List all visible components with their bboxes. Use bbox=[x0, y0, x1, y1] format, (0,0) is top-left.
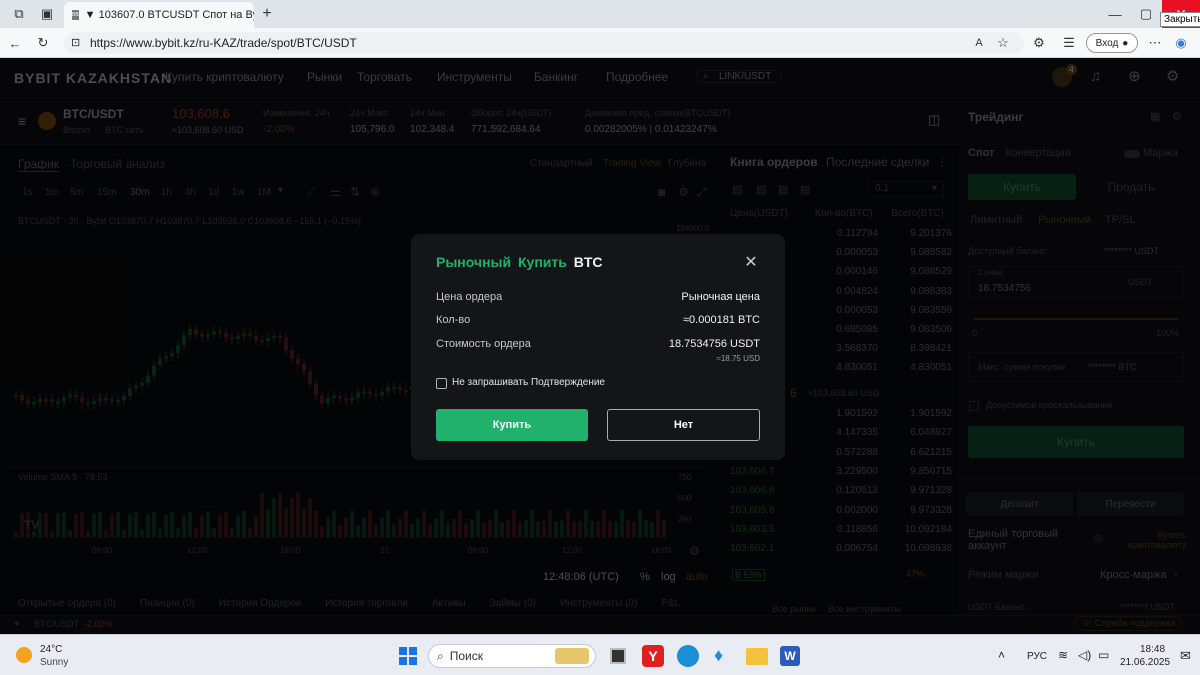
taskbar-search[interactable]: ⌕ Поиск bbox=[428, 644, 596, 668]
start-tile bbox=[409, 647, 417, 655]
file-explorer-icon[interactable] bbox=[746, 648, 768, 665]
tab-actions-icon[interactable]: ▣ bbox=[36, 3, 58, 25]
windows-start-icon[interactable] bbox=[399, 647, 417, 665]
order-cost-value: 18.7534756 USDT bbox=[668, 338, 760, 350]
search-icon: ⌕ bbox=[437, 648, 444, 663]
dialog-asset: BTC bbox=[573, 254, 603, 270]
order-price-value: Рыночная цена bbox=[681, 291, 760, 303]
back-icon[interactable]: ← bbox=[4, 32, 26, 54]
favicon-icon: BB bbox=[72, 10, 79, 20]
language-indicator[interactable]: РУС bbox=[1027, 651, 1047, 662]
tips-icon[interactable]: ♦ bbox=[714, 645, 728, 667]
taskbar-search-placeholder: Поиск bbox=[449, 649, 483, 663]
start-tile bbox=[409, 657, 417, 665]
skip-confirmation-label[interactable]: Не запрашивать Подтверждение bbox=[452, 377, 605, 388]
battery-icon[interactable]: ▭ bbox=[1098, 648, 1109, 662]
weather-temp[interactable]: 24°C bbox=[40, 644, 62, 655]
confirm-buy-button[interactable]: Купить bbox=[436, 409, 588, 441]
profile-icon: ● bbox=[1122, 37, 1129, 49]
order-cost-usd: ≈18.75 USD bbox=[716, 354, 760, 363]
order-qty-value: ≈0.000181 BTC bbox=[683, 314, 760, 326]
start-tile bbox=[399, 647, 407, 655]
sun-icon[interactable] bbox=[16, 647, 32, 663]
edge-browser-icon[interactable] bbox=[677, 645, 699, 667]
word-icon[interactable]: W bbox=[780, 646, 800, 666]
browser-tab-active[interactable]: BB ▼ 103607.0 BTCUSDT Спот на Byb ✕ bbox=[64, 2, 254, 28]
order-cost-label: Стоимость ордера bbox=[436, 338, 531, 350]
yandex-browser-icon[interactable]: Y bbox=[642, 645, 664, 667]
extensions-icon[interactable]: ⚙ bbox=[1028, 32, 1050, 54]
clock-time[interactable]: 18:48 bbox=[1140, 644, 1165, 655]
login-label: Вход bbox=[1095, 37, 1119, 49]
dialog-order-type: Рыночный bbox=[436, 254, 512, 270]
search-highlight-icon bbox=[555, 648, 589, 664]
minimize-icon[interactable]: — bbox=[1104, 3, 1126, 25]
weather-desc: Sunny bbox=[40, 657, 69, 668]
clock-date[interactable]: 21.06.2025 bbox=[1120, 657, 1170, 668]
copilot-icon[interactable]: ◉ bbox=[1170, 32, 1192, 54]
maximize-icon[interactable]: ▢ bbox=[1135, 3, 1157, 25]
refresh-icon[interactable]: ↻ bbox=[32, 32, 54, 54]
dialog-title: Рыночный Купить BTC bbox=[436, 254, 603, 270]
favorite-star-icon[interactable]: ☆ bbox=[992, 32, 1014, 54]
volume-icon[interactable]: ◁) bbox=[1078, 648, 1091, 662]
task-view-icon[interactable] bbox=[610, 648, 626, 664]
site-info-icon[interactable]: ⊡ bbox=[71, 36, 80, 49]
close-tooltip: Закрыть bbox=[1160, 12, 1200, 27]
skip-confirmation-checkbox[interactable] bbox=[436, 378, 447, 389]
browser-login-button[interactable]: Вход ● bbox=[1086, 33, 1138, 53]
tab-title: ▼ 103607.0 BTCUSDT Спот на Byb bbox=[84, 9, 254, 21]
wifi-icon[interactable]: ≋ bbox=[1058, 648, 1068, 662]
favorites-icon[interactable]: ☰ bbox=[1058, 32, 1080, 54]
new-tab-icon[interactable]: + bbox=[256, 3, 278, 25]
url-input[interactable]: ⊡ https://www.bybit.kz/ru-KAZ/trade/spot… bbox=[64, 32, 1024, 54]
more-options-icon[interactable]: ⋯ bbox=[1144, 32, 1166, 54]
windows-taskbar bbox=[0, 634, 1200, 675]
dialog-side: Купить bbox=[518, 254, 567, 270]
start-tile bbox=[399, 657, 407, 665]
tray-chevron-icon[interactable]: ˄ bbox=[998, 648, 1005, 662]
dialog-close-icon[interactable]: ✕ bbox=[741, 252, 761, 272]
order-price-label: Цена ордера bbox=[436, 291, 503, 303]
notification-center-icon[interactable]: ✉ bbox=[1180, 648, 1191, 664]
order-qty-label: Кол-во bbox=[436, 314, 471, 326]
cancel-button[interactable]: Нет bbox=[607, 409, 760, 441]
read-aloud-icon[interactable]: A bbox=[968, 32, 990, 54]
workspaces-icon[interactable]: ⧉ bbox=[8, 3, 30, 25]
url-text: https://www.bybit.kz/ru-KAZ/trade/spot/B… bbox=[90, 36, 357, 50]
